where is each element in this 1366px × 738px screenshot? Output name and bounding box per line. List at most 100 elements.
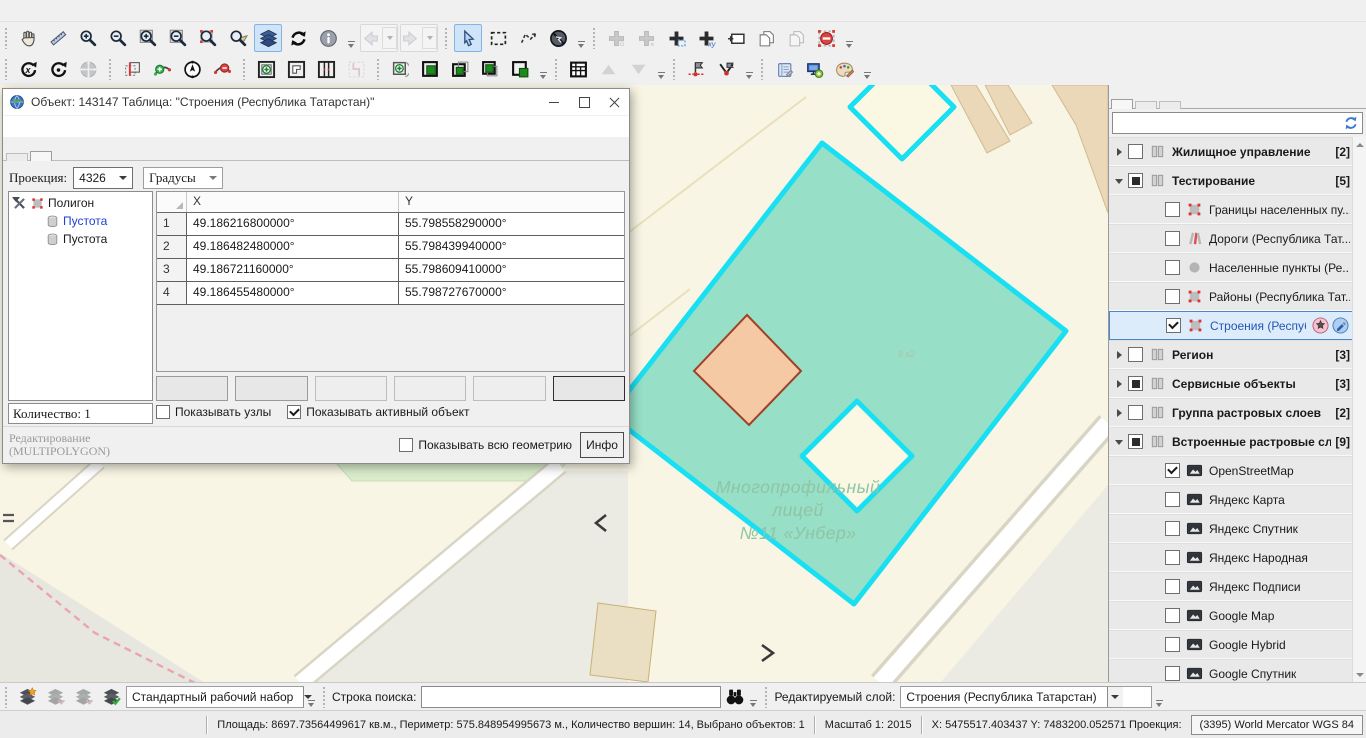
nav-forward-button[interactable] — [400, 24, 438, 52]
zoom-out-frame-button[interactable] — [164, 24, 192, 52]
invert-xy-button[interactable] — [156, 376, 228, 401]
layers-panel-tab[interactable] — [1135, 101, 1157, 109]
toolbar-grip[interactable] — [760, 58, 765, 80]
table-row[interactable]: 4 49.186455480000° 55.798727670000° — [157, 282, 624, 305]
delete-marked-button[interactable] — [812, 24, 840, 52]
expander-icon[interactable] — [1112, 406, 1128, 420]
toolbar-overflow-icon[interactable] — [575, 24, 587, 52]
layer-google-map[interactable]: Google Map — [1109, 601, 1366, 630]
menu-item[interactable] — [76, 9, 94, 13]
minimize-button[interactable] — [539, 89, 569, 115]
toolbar-grip[interactable] — [672, 58, 677, 80]
info-button[interactable]: Инфо — [580, 432, 624, 458]
layer-checkbox[interactable] — [1165, 492, 1180, 507]
scroll-up-icon[interactable] — [1353, 138, 1366, 151]
styles-button[interactable] — [830, 55, 858, 83]
layers-scrollbar[interactable] — [1352, 137, 1366, 682]
union-geometry-button[interactable] — [476, 55, 504, 83]
up-button[interactable] — [315, 376, 387, 401]
workset-save-button[interactable] — [42, 684, 68, 710]
toolbar-overflow-icon[interactable] — [861, 55, 873, 83]
expander-icon[interactable] — [1112, 174, 1128, 188]
layer-google-hybrid[interactable]: Google Hybrid — [1109, 630, 1366, 659]
dropdown-caret-icon[interactable] — [422, 27, 437, 49]
deselect-all-button[interactable] — [544, 24, 572, 52]
combo-caret-icon[interactable] — [1107, 687, 1123, 707]
layers-panel-tab[interactable] — [1159, 101, 1181, 109]
corner-header[interactable] — [157, 192, 187, 212]
add-button[interactable] — [553, 376, 625, 401]
zoom-in-frame-button[interactable] — [134, 24, 162, 52]
layer-checkbox[interactable] — [1165, 666, 1180, 681]
toolbar-overflow-icon[interactable] — [747, 683, 759, 711]
layer-checkbox[interactable] — [1165, 289, 1180, 304]
rotate-button[interactable] — [44, 55, 72, 83]
dialog-tab[interactable] — [30, 151, 52, 161]
layer-checkbox[interactable] — [1165, 463, 1180, 478]
split-contours-button[interactable] — [312, 55, 340, 83]
group-raster-layers[interactable]: Группа растровых слоев [2] — [1109, 398, 1366, 427]
expander-icon[interactable] — [1112, 348, 1128, 362]
toolbar-grip[interactable] — [108, 58, 113, 80]
group-testing[interactable]: Тестирование [5] — [1109, 166, 1366, 195]
layer-yandex-labels[interactable]: Яндекс Подписи — [1109, 572, 1366, 601]
toolbar-overflow-icon[interactable] — [655, 55, 667, 83]
show-nodes-checkbox[interactable]: Показывать узлы — [156, 405, 271, 419]
object-info-button[interactable] — [314, 24, 342, 52]
copy-object-button[interactable] — [752, 24, 780, 52]
move-down-button[interactable] — [624, 55, 652, 83]
expander-icon[interactable] — [1112, 377, 1128, 391]
workset-favorite-button[interactable] — [14, 684, 40, 710]
layer-checkbox[interactable] — [1128, 173, 1143, 188]
show-active-object-checkbox[interactable]: Показывать активный объект — [287, 405, 469, 419]
toolbar-grip[interactable] — [554, 58, 559, 80]
editable-layer-combo[interactable]: Строения (Республика Татарстан) — [900, 686, 1152, 708]
move-object-button[interactable] — [74, 55, 102, 83]
expander-icon[interactable] — [1112, 145, 1128, 159]
notes-button[interactable] — [770, 55, 798, 83]
layer-checkbox[interactable] — [1165, 260, 1180, 275]
dialog-titlebar[interactable]: Объект: 143147 Таблица: "Строения (Респу… — [3, 89, 629, 116]
projection-selector[interactable]: (3395) World Mercator WGS 84 — [1191, 715, 1363, 735]
layer-checkbox[interactable] — [1166, 318, 1181, 333]
workset-combo[interactable]: Стандартный рабочий набор — [126, 686, 304, 708]
cut-contour-button[interactable] — [342, 55, 370, 83]
tree-item-polygon[interactable]: Полигон — [9, 194, 152, 212]
layer-checkbox[interactable] — [1128, 376, 1143, 391]
layer-search-input[interactable] — [1112, 112, 1363, 134]
layer-roads[interactable]: Дороги (Республика Тат... — [1109, 224, 1366, 253]
dialog-menu-item[interactable] — [41, 125, 57, 129]
dropdown-caret-icon[interactable] — [382, 27, 397, 49]
zoom-to-frame-button[interactable] — [194, 24, 222, 52]
menu-item[interactable] — [22, 9, 40, 13]
show-all-geometry-checkbox[interactable]: Показывать всю геометрию — [399, 438, 572, 452]
layer-settlement-borders[interactable]: Границы населенных пу... — [1109, 195, 1366, 224]
select-polygon-button[interactable] — [514, 24, 542, 52]
toolbar-overflow-icon[interactable] — [345, 24, 357, 52]
layer-checkbox[interactable] — [1128, 347, 1143, 362]
group-service-objects[interactable]: Сервисные объекты [3] — [1109, 369, 1366, 398]
column-header-x[interactable]: X — [187, 192, 399, 212]
dialog-tab[interactable] — [6, 153, 28, 161]
layers-tree[interactable]: Жилищное управление [2] Тестирование [5]… — [1109, 137, 1366, 682]
toolbar-overflow-icon[interactable] — [1153, 683, 1165, 711]
expander-icon[interactable] — [1112, 435, 1128, 449]
toolbar-grip[interactable] — [4, 27, 9, 49]
toolbar-grip[interactable] — [444, 27, 449, 49]
binoculars-icon[interactable] — [724, 686, 746, 708]
layer-checkbox[interactable] — [1165, 637, 1180, 652]
measure-tool-button[interactable] — [44, 24, 72, 52]
select-rect-button[interactable] — [484, 24, 512, 52]
snap-frames-button[interactable] — [118, 55, 146, 83]
table-row[interactable]: 1 49.186216800000° 55.798558290000° — [157, 213, 624, 236]
projection-combo[interactable]: 4326 — [73, 167, 133, 189]
layer-checkbox[interactable] — [1165, 521, 1180, 536]
toolbar-grip[interactable] — [4, 58, 9, 80]
layer-yandex-people[interactable]: Яндекс Народная — [1109, 543, 1366, 572]
add-point-snap-button[interactable] — [632, 24, 660, 52]
close-button[interactable] — [599, 89, 629, 115]
group-builtin-raster[interactable]: Встроенные растровые сл... [9] — [1109, 427, 1366, 456]
coordinates-table[interactable]: X Y 1 49.186216800000° 55.798558290000° … — [156, 191, 625, 372]
add-node-button[interactable] — [148, 55, 176, 83]
layer-edit-icon[interactable] — [1332, 317, 1349, 334]
